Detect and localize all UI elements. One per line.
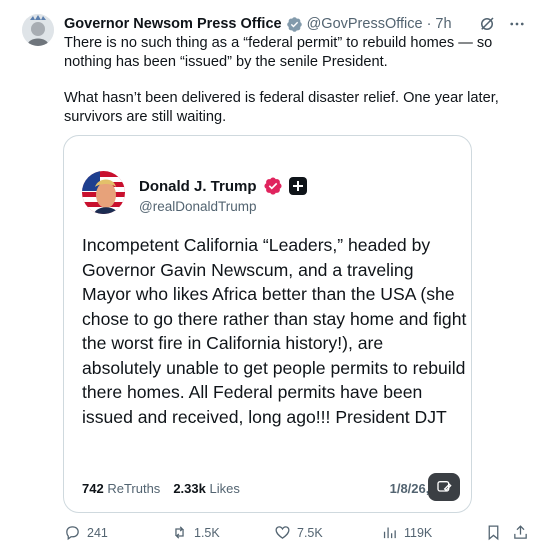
- repost-icon: [175, 526, 184, 539]
- repost-count: 1.5K: [194, 525, 220, 540]
- reply-icon: [66, 526, 79, 541]
- edit-image-icon: [437, 481, 452, 492]
- quoted-author-name-row: Donald J. Trump: [139, 176, 307, 196]
- retruths-stat[interactable]: 742 ReTruths: [82, 481, 160, 496]
- verified-badge-icon: [286, 16, 302, 32]
- post-actions: 241 1.5K 7.5K 119K: [64, 524, 530, 544]
- quoted-post-stats: 742 ReTruths 2.33k Likes: [82, 481, 240, 496]
- likes-label: Likes: [209, 481, 240, 496]
- post-text: There is no such thing as a “federal per…: [64, 34, 530, 144]
- share-button[interactable]: [512, 524, 529, 541]
- post-paragraph: What hasn’t been delivered is federal di…: [64, 90, 499, 125]
- author-handle[interactable]: @GovPressOffice: [307, 16, 423, 32]
- retruths-label: ReTruths: [107, 481, 161, 496]
- likes-count: 2.33k: [173, 481, 206, 496]
- quoted-author-handle[interactable]: @realDonaldTrump: [139, 199, 257, 214]
- quoted-post-card[interactable]: Donald J. Trump @realDonaldTrump Incompe…: [63, 135, 472, 513]
- author-avatar[interactable]: [22, 14, 54, 46]
- views-button[interactable]: 119K: [381, 524, 432, 541]
- post: Governor Newsom Press Office @GovPressOf…: [0, 0, 538, 551]
- like-button[interactable]: 7.5K: [274, 524, 323, 541]
- more-icon[interactable]: [508, 15, 526, 33]
- reply-count: 241: [87, 525, 108, 540]
- bookmark-button[interactable]: [485, 524, 502, 541]
- separator-dot: ·: [426, 16, 432, 32]
- post-time[interactable]: 7h: [435, 16, 451, 32]
- bookmark-icon: [488, 525, 499, 541]
- share-icon: [514, 525, 527, 539]
- like-count: 7.5K: [297, 525, 323, 540]
- plus-badge-icon: [288, 177, 307, 195]
- quoted-post-text: Incompetent California “Leaders,” headed…: [82, 235, 467, 427]
- retruths-count: 742: [82, 481, 104, 496]
- heart-icon: [275, 526, 290, 539]
- quoted-author-name[interactable]: Donald J. Trump: [139, 178, 257, 195]
- reply-button[interactable]: 241: [64, 524, 108, 541]
- views-chart-icon: [383, 527, 396, 539]
- grok-icon[interactable]: [478, 15, 496, 33]
- views-count: 119K: [404, 525, 433, 540]
- image-description-button[interactable]: [428, 473, 460, 501]
- post-paragraph: There is no such thing as a “federal per…: [64, 35, 493, 70]
- post-header: Governor Newsom Press Office @GovPressOf…: [64, 14, 526, 34]
- quoted-author-avatar[interactable]: [82, 171, 125, 214]
- author-name[interactable]: Governor Newsom Press Office: [64, 16, 282, 32]
- truth-verified-badge-icon: [263, 177, 282, 195]
- repost-button[interactable]: 1.5K: [171, 524, 220, 541]
- likes-stat[interactable]: 2.33k Likes: [173, 481, 240, 496]
